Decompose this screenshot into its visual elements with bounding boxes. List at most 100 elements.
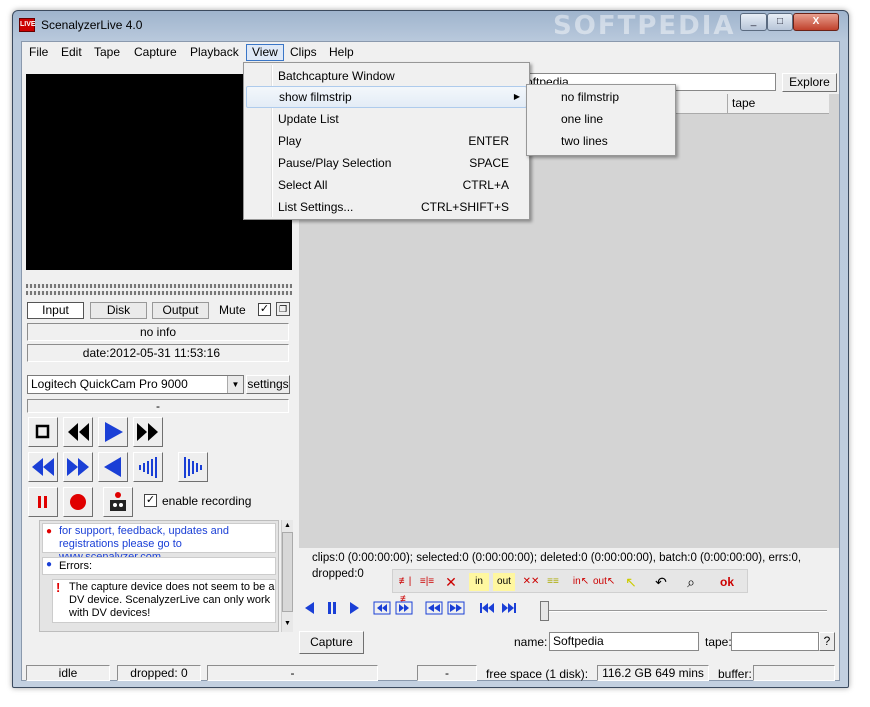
mark-in-button[interactable]: in [469, 573, 489, 591]
menu-shortcut: SPACE [469, 156, 509, 170]
explore-button[interactable]: Explore [782, 73, 837, 92]
menu-item-list-settings[interactable]: List Settings... CTRL+SHIFT+S [246, 196, 527, 218]
merge-icon[interactable]: ≡|≡ [417, 573, 437, 591]
mark-out-button[interactable]: out [493, 573, 515, 591]
errors-label: Errors: [59, 560, 92, 572]
buffer-value [753, 665, 835, 681]
step-back-icon[interactable] [303, 601, 317, 615]
menu-clips[interactable]: Clips [285, 44, 322, 61]
menu-playback[interactable]: Playback [185, 44, 244, 61]
rewind-button[interactable] [63, 417, 93, 447]
bullet-icon: ● [46, 559, 53, 570]
pause-icon[interactable] [325, 601, 339, 615]
status-state: idle [26, 665, 110, 681]
name-input[interactable]: Softpedia [549, 632, 699, 651]
status-field-2: - [417, 665, 477, 681]
menu-edit[interactable]: Edit [56, 44, 87, 61]
delete-icon[interactable]: ✕ [441, 573, 461, 591]
menu-bar: File Edit Tape Capture Playback View Cli… [22, 42, 839, 63]
pause-icon [38, 496, 47, 508]
next-clip-icon[interactable] [395, 601, 413, 615]
clear-marks-icon[interactable]: ✕✕ [521, 573, 541, 591]
title-bar[interactable]: LIVE ScenalyzerLive 4.0 SOFTPEDIA _ □ X [13, 11, 848, 41]
menu-tape[interactable]: Tape [89, 44, 125, 61]
menu-file[interactable]: File [24, 44, 53, 61]
clip-stats: clips:0 (0:00:00:00); selected:0 (0:00:0… [312, 552, 802, 580]
record-button[interactable] [63, 487, 93, 517]
menu-view[interactable]: View [246, 44, 284, 61]
prev-clip-icon[interactable] [373, 601, 391, 615]
menu-item-batchcapture[interactable]: Batchcapture Window [246, 65, 527, 87]
scroll-down-icon[interactable]: ▼ [283, 620, 292, 628]
menu-item-select-all[interactable]: Select All CTRL+A [246, 174, 527, 196]
minimize-button[interactable]: _ [740, 13, 767, 31]
menu-item-pause-play[interactable]: Pause/Play Selection SPACE [246, 152, 527, 174]
error-box: ! The capture device does not seem to be… [52, 579, 276, 623]
slow-forward-button[interactable] [178, 452, 208, 482]
tab-disk[interactable]: Disk [90, 302, 147, 319]
mute-checkbox[interactable]: ✓ [258, 303, 271, 316]
scroll-up-icon[interactable]: ▲ [283, 522, 292, 530]
device-select[interactable]: Logitech QuickCam Pro 9000 ▼ [27, 375, 244, 394]
errors-header: ● Errors: [42, 557, 276, 575]
position-slider-track[interactable] [547, 610, 827, 612]
record-to-tape-button[interactable] [103, 487, 133, 517]
enable-recording-checkbox[interactable]: ✓ [144, 494, 157, 507]
warning-icon: ! [56, 580, 61, 595]
position-slider-thumb[interactable] [540, 601, 549, 621]
ok-button[interactable]: ok [715, 573, 739, 591]
frame-forward-button[interactable] [63, 452, 93, 482]
step-forward-icon[interactable] [347, 601, 361, 615]
free-space-value: 116.2 GB 649 mins [597, 665, 709, 681]
capture-button[interactable]: Capture [299, 631, 364, 654]
split-icon[interactable]: ≢|≢ [395, 573, 415, 605]
date-field: date:2012-05-31 11:53:16 [27, 344, 289, 362]
tab-input[interactable]: Input [27, 302, 84, 319]
stop-button[interactable] [28, 417, 58, 447]
message-scrollbar[interactable]: ▲ ▼ [281, 520, 293, 632]
popout-icon[interactable]: ❐ [276, 302, 290, 316]
help-button[interactable]: ? [819, 632, 835, 651]
play-button[interactable] [98, 417, 128, 447]
slow-reverse-button[interactable] [133, 452, 163, 482]
view-menu: Batchcapture Window show filmstrip ▶ Upda… [243, 62, 530, 220]
menu-shortcut: ENTER [468, 134, 509, 148]
tab-output[interactable]: Output [152, 302, 209, 319]
batch-icon[interactable]: ≡≡ [543, 573, 563, 591]
record-icon [70, 494, 86, 510]
pointer-icon[interactable]: ↖ [621, 573, 641, 591]
frame-back-button[interactable] [28, 452, 58, 482]
column-tape[interactable]: tape [727, 94, 827, 113]
chevron-down-icon[interactable]: ▼ [227, 376, 243, 393]
scroll-thumb[interactable] [282, 532, 293, 612]
search-icon[interactable]: ⌕ [681, 573, 701, 591]
menu-item-play[interactable]: Play ENTER [246, 130, 527, 152]
fast-forward-button[interactable] [133, 417, 163, 447]
info-field: no info [27, 323, 289, 341]
menu-capture[interactable]: Capture [129, 44, 182, 61]
fast-forward-icon[interactable] [447, 601, 465, 615]
app-icon[interactable]: LIVE [19, 18, 36, 32]
fast-forward-icon [137, 423, 158, 441]
undo-icon[interactable]: ↶ [651, 573, 671, 591]
tape-record-icon [110, 492, 126, 511]
tape-input[interactable] [731, 632, 819, 651]
goto-out-icon[interactable]: out↖ [593, 573, 615, 591]
goto-in-icon[interactable]: in↖ [571, 573, 591, 591]
menu-item-update-list[interactable]: Update List [246, 108, 527, 130]
pause-button[interactable] [28, 487, 58, 517]
menu-shortcut: CTRL+SHIFT+S [420, 200, 509, 214]
play-reverse-button[interactable] [98, 452, 128, 482]
menu-item-show-filmstrip[interactable]: show filmstrip ▶ [246, 86, 527, 108]
skip-end-icon[interactable] [501, 601, 517, 615]
skip-start-icon[interactable] [479, 601, 495, 615]
submenu-item-two-lines[interactable]: two lines [529, 130, 673, 152]
rewind-icon[interactable] [425, 601, 443, 615]
settings-button[interactable]: settings [246, 375, 290, 394]
submenu-item-no-filmstrip[interactable]: no filmstrip [529, 86, 673, 108]
submenu-item-one-line[interactable]: one line [529, 108, 673, 130]
menu-help[interactable]: Help [324, 44, 359, 61]
close-button[interactable]: X [793, 13, 839, 31]
device-select-value: Logitech QuickCam Pro 9000 [31, 377, 188, 391]
maximize-button[interactable]: □ [767, 13, 793, 31]
